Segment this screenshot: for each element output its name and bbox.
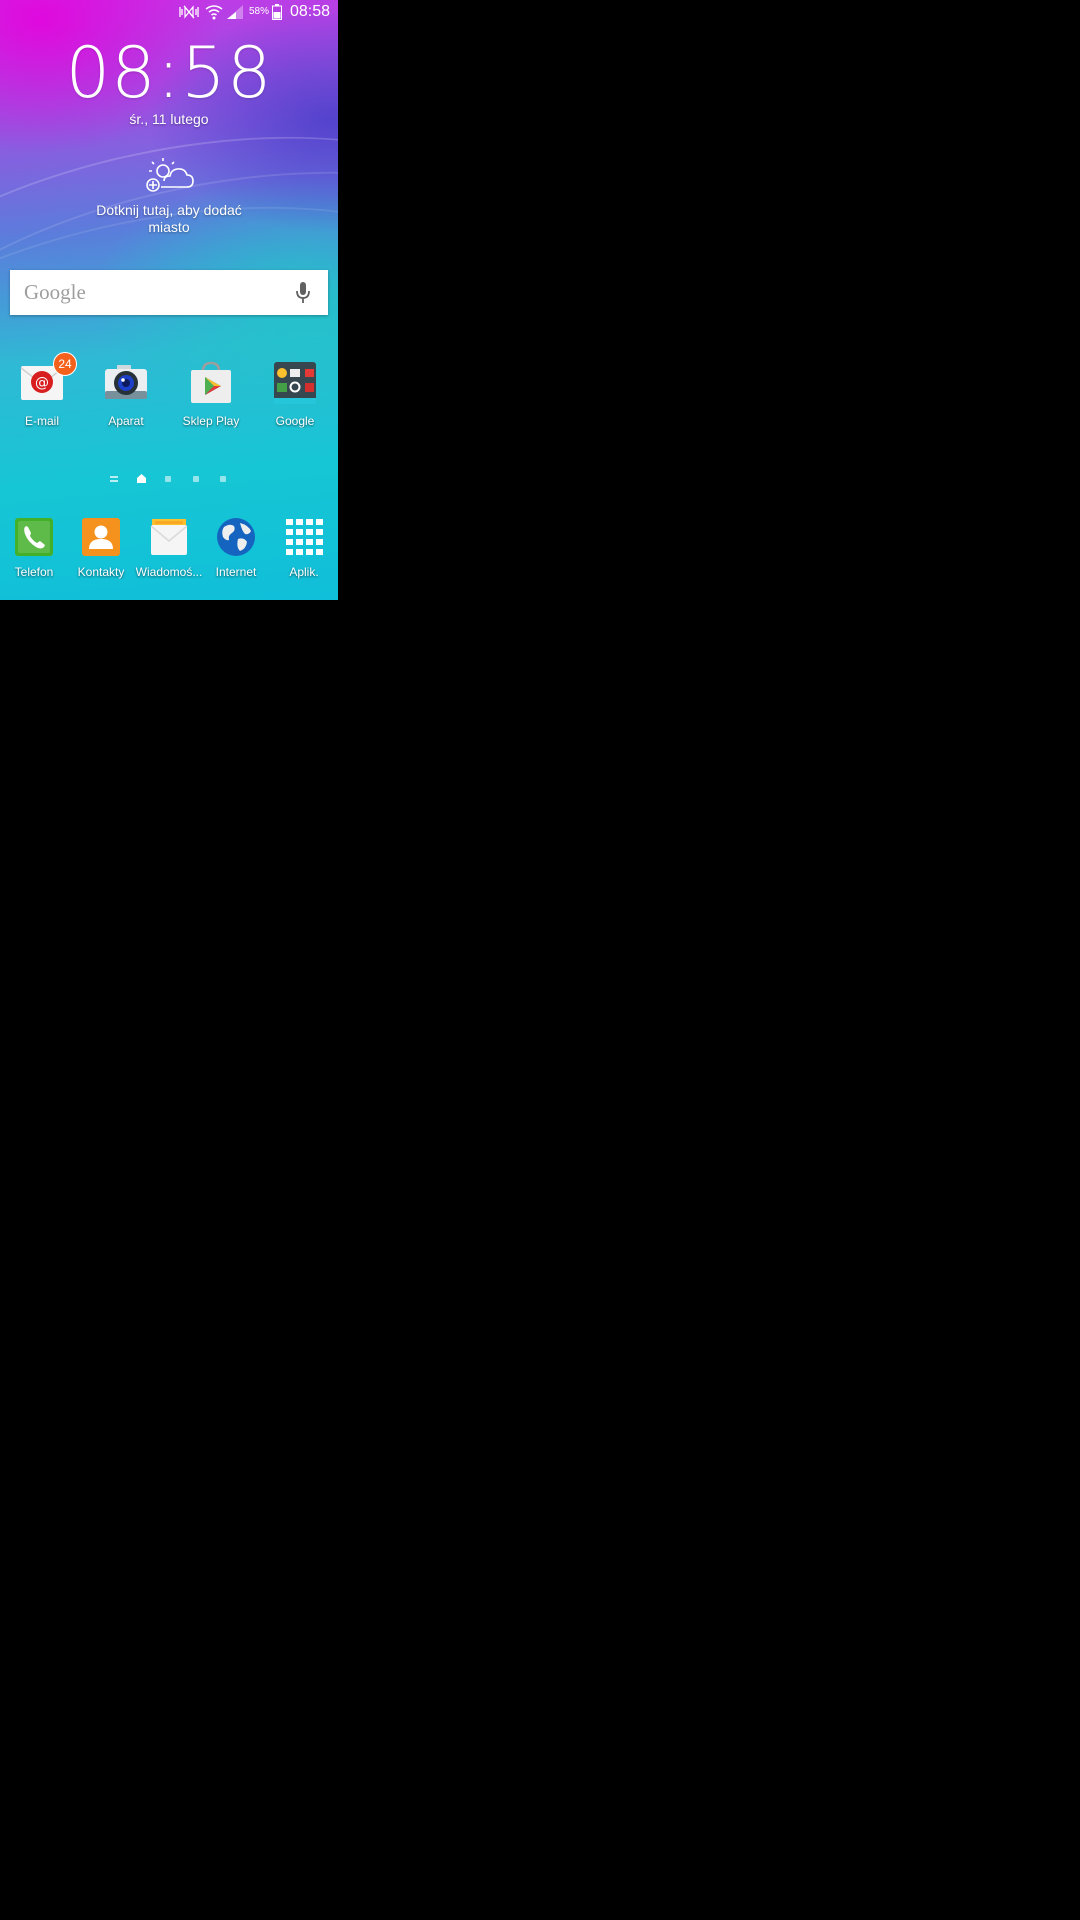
app-label: Google — [275, 414, 315, 428]
app-email[interactable]: @ 24 E-mail — [2, 352, 82, 428]
globe-icon — [216, 517, 256, 557]
dock-apps-drawer[interactable]: Aplik. — [264, 517, 338, 579]
battery-icon — [272, 4, 282, 20]
clock-time[interactable]: 08:58 — [0, 32, 338, 114]
page-dot[interactable] — [193, 476, 199, 482]
email-icon: @ 24 — [19, 352, 77, 406]
weather-add-city-icon[interactable] — [143, 155, 195, 195]
google-folder-icon — [272, 360, 318, 406]
app-label: Aparat — [108, 414, 144, 428]
app-play-store[interactable]: Sklep Play — [171, 360, 251, 428]
battery-percent: 58% — [249, 6, 270, 17]
app-camera[interactable]: Aparat — [86, 360, 166, 428]
apps-grid-icon — [284, 517, 324, 557]
weather-add-city-text[interactable]: Dotknij tutaj, aby dodać miasto — [80, 202, 258, 236]
briefing-page-icon[interactable] — [110, 475, 118, 483]
app-google-folder[interactable]: Google — [255, 360, 335, 428]
microphone-icon[interactable] — [294, 281, 312, 305]
page-indicator[interactable] — [0, 473, 338, 485]
status-bar-time: 08:58 — [289, 3, 330, 20]
clock-date[interactable]: śr., 11 lutego — [0, 111, 338, 127]
svg-text:@: @ — [35, 375, 49, 391]
app-label: E-mail — [24, 414, 59, 428]
messages-icon — [149, 517, 189, 557]
silent-mode-icon — [179, 5, 199, 19]
google-search-bar[interactable]: Google — [10, 270, 328, 315]
play-store-icon — [188, 360, 234, 406]
home-screen: 58% 08:58 08:58 śr., 11 lutego Dotknij t… — [0, 0, 338, 600]
google-logo: Google — [24, 280, 86, 304]
home-page-icon[interactable] — [136, 473, 147, 484]
contacts-icon — [81, 517, 121, 557]
camera-icon — [103, 360, 149, 406]
app-label: Aplik. — [289, 565, 319, 579]
email-unread-badge: 24 — [53, 352, 77, 376]
wifi-icon — [205, 5, 223, 20]
signal-icon — [227, 5, 243, 19]
phone-icon — [14, 517, 54, 557]
status-bar[interactable]: 58% 08:58 — [0, 0, 338, 24]
page-dot[interactable] — [165, 476, 171, 482]
page-dot[interactable] — [220, 476, 226, 482]
app-label: Sklep Play — [182, 414, 240, 428]
